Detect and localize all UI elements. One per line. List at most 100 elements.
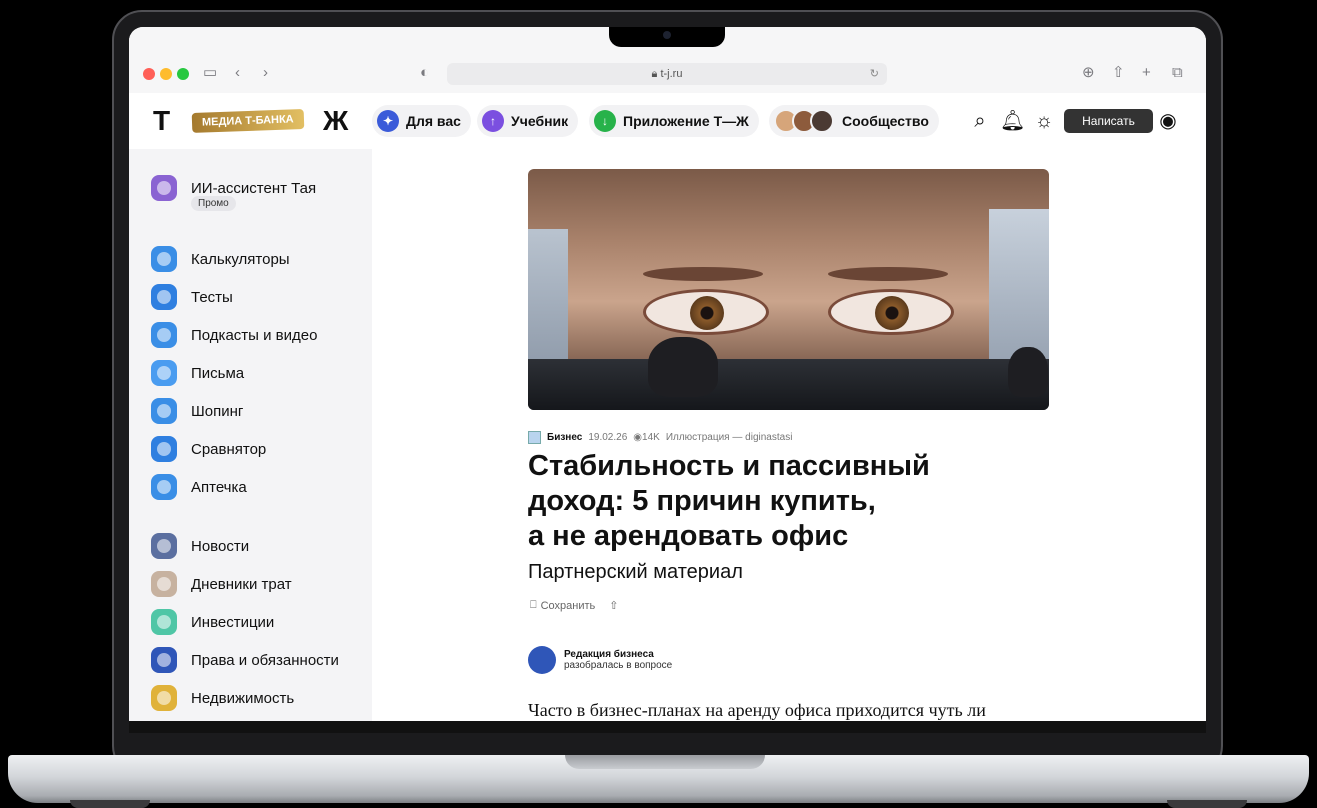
sidebar-item-label: Шопинг: [191, 402, 244, 420]
sidebar-item-tests[interactable]: Тесты: [151, 284, 233, 310]
article-hero-image[interactable]: [528, 169, 1049, 410]
site-header: Т МЕДИА Т-БАНКА Ж ✦ Для вас ↑ Учебник ↓ …: [129, 93, 1206, 149]
sidebar-item-podcasts[interactable]: Подкасты и видео: [151, 322, 317, 348]
save-button[interactable]: Сохранить: [541, 600, 596, 612]
window-zoom-button[interactable]: [177, 68, 189, 80]
author-avatar: [528, 646, 556, 674]
address-url: t-j.ru: [660, 68, 683, 80]
article-author[interactable]: Редакция бизнеса разобралась в вопросе: [528, 646, 672, 674]
sidebar-item-label: Недвижимость: [191, 689, 295, 707]
window-minimize-button[interactable]: [160, 68, 172, 80]
sidebar-item-investments[interactable]: Инвестиции: [151, 609, 274, 635]
nav-app[interactable]: ↓ Приложение Т—Ж: [589, 105, 759, 137]
write-button[interactable]: Написать: [1064, 109, 1153, 133]
laptop-screen: ▭ ‹ › ◐ 🔒︎ t-j.ru ↻ ⊕ ⇧ + ⧉ Т МЕДИА Т-БА…: [129, 27, 1206, 721]
sidebar-item-pharmacy[interactable]: Аптечка: [151, 474, 247, 500]
downloads-icon[interactable]: ⊕: [1082, 63, 1095, 83]
reload-icon[interactable]: ↻: [870, 63, 879, 85]
profile-icon[interactable]: ◉: [1156, 109, 1180, 133]
play-icon: [151, 322, 177, 348]
sidebar-item-letters[interactable]: Письма: [151, 360, 244, 386]
sidebar-item-label: Письма: [191, 364, 245, 382]
logo-media-pill: МЕДИА Т-БАНКА: [191, 109, 304, 133]
laptop-foot-left: [70, 800, 150, 808]
bell-icon[interactable]: 🔔︎: [1000, 109, 1025, 133]
privacy-shield-icon[interactable]: ◐: [420, 63, 429, 83]
article-views: 14K: [642, 432, 660, 443]
article-body: Часто в бизнес-планах на аренду офиса пр…: [528, 700, 986, 720]
news-icon: [151, 533, 177, 559]
nav-for-you[interactable]: ✦ Для вас: [372, 105, 471, 137]
article-actions: ⎕ Сохранить ⇧: [530, 599, 619, 612]
sidebar-item-shopping[interactable]: Шопинг: [151, 398, 243, 424]
nav-app-label: Приложение Т—Ж: [623, 113, 749, 129]
logo-letter-zh: Ж: [323, 105, 349, 136]
sidebar-item-comparator[interactable]: Сравнятор: [151, 436, 266, 462]
share-icon[interactable]: ⇧: [609, 599, 618, 612]
nav-textbook-label: Учебник: [511, 113, 569, 129]
new-tab-icon[interactable]: +: [1142, 63, 1151, 83]
sidebar-item-news[interactable]: Новости: [151, 533, 249, 559]
window-close-button[interactable]: [143, 68, 155, 80]
hero-brow-right: [828, 267, 948, 281]
nav-for-you-label: Для вас: [406, 113, 461, 129]
tests-icon: [151, 284, 177, 310]
sidebar-item-label: ИИ-ассистент Тая: [191, 179, 317, 197]
house-icon: [151, 685, 177, 711]
hero-monitors: [528, 359, 1049, 410]
pills-icon: [151, 474, 177, 500]
search-icon[interactable]: ⌕: [968, 109, 992, 133]
textbook-icon: ↑: [482, 110, 504, 132]
sidebar-item-label: Новости: [191, 537, 250, 555]
nav-textbook[interactable]: ↑ Учебник: [477, 105, 579, 137]
sidebar-item-rights[interactable]: Права и обязанности: [151, 647, 339, 673]
hero-brow-left: [643, 267, 763, 281]
article-main: Бизнес 19.02.26 ◉ 14K Иллюстрация — digi…: [372, 149, 1206, 721]
letter-icon: [151, 360, 177, 386]
hero-iris-left: [690, 296, 724, 330]
title-line: доход: 5 причин купить,: [528, 485, 876, 517]
download-app-icon: ↓: [594, 110, 616, 132]
nav-community[interactable]: Сообщество: [769, 105, 939, 137]
logo-letter-t: Т: [153, 105, 171, 136]
gavel-icon: [151, 647, 177, 673]
theme-sun-icon[interactable]: ☼: [1032, 109, 1056, 133]
sidebar-item-label: Подкасты и видео: [191, 326, 318, 344]
sidebar-toggle-icon[interactable]: ▭: [203, 63, 217, 83]
title-line: а не арендовать офис: [528, 520, 849, 552]
article-subtitle: Партнерский материал: [528, 561, 743, 583]
diary-icon: [151, 571, 177, 597]
article-meta: Бизнес 19.02.26 ◉ 14K Иллюстрация — digi…: [528, 431, 792, 444]
article-date: 19.02.26: [588, 432, 628, 443]
title-line: Стабильность и пассивный: [528, 450, 930, 482]
sidebar-item-label: Инвестиции: [191, 613, 275, 631]
back-arrow-icon[interactable]: ‹: [235, 63, 240, 83]
promo-badge: Промо: [191, 196, 236, 211]
hero-eye-right: [828, 289, 954, 335]
category-icon: [528, 431, 541, 444]
sidebar-item-label: Сравнятор: [191, 440, 267, 458]
assistant-icon: [151, 175, 177, 201]
hero-person-head-right: [1008, 347, 1048, 397]
address-bar[interactable]: 🔒︎ t-j.ru ↻: [447, 63, 887, 85]
author-role: разобралась в вопросе: [564, 660, 673, 671]
sidebar-item-spending-diaries[interactable]: Дневники трат: [151, 571, 292, 597]
sidebar-item-label: Права и обязанности: [191, 651, 339, 669]
bookmark-icon[interactable]: ⎕: [530, 599, 537, 612]
article-category[interactable]: Бизнес: [547, 432, 582, 443]
article-credit: Иллюстрация — diginastasi: [665, 432, 793, 443]
hero-iris-right: [875, 296, 909, 330]
site-logo[interactable]: Т МЕДИА Т-БАНКА Ж: [153, 107, 363, 135]
share-icon[interactable]: ⇧: [1112, 63, 1125, 83]
sidebar-item-realestate[interactable]: Недвижимость: [151, 685, 294, 711]
comparator-icon: [151, 436, 177, 462]
for-you-icon: ✦: [377, 110, 399, 132]
views-eye-icon: ◉: [633, 432, 643, 443]
calculator-icon: [151, 246, 177, 272]
author-text: Редакция бизнеса разобралась в вопросе: [564, 649, 672, 671]
sidebar: ИИ-ассистент Тая Промо Калькуляторы Тест…: [129, 149, 372, 721]
sidebar-item-calculators[interactable]: Калькуляторы: [151, 246, 290, 272]
forward-arrow-icon[interactable]: ›: [263, 63, 268, 83]
tab-overview-icon[interactable]: ⧉: [1172, 63, 1183, 83]
sidebar-item-label: Калькуляторы: [191, 250, 290, 268]
